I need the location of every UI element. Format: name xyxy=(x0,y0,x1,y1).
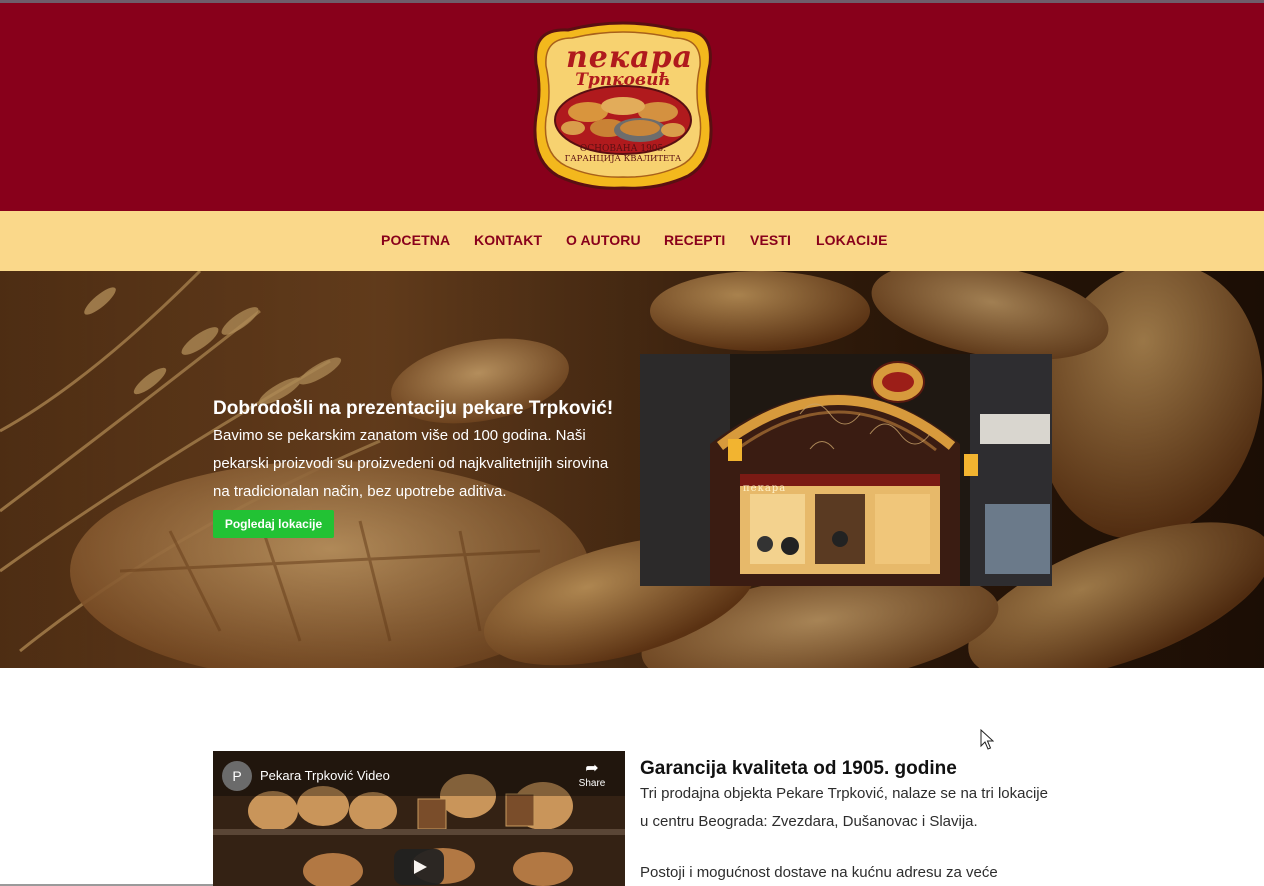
video-title[interactable]: Pekara Trpković Video xyxy=(260,768,390,783)
site-header: пекара Трпковић ОСНОВАНА 1905. ГАРАНЦИЈА… xyxy=(0,3,1264,211)
bakery-storefront-photo: пекара xyxy=(640,354,1052,586)
nav-item-kontakt[interactable]: KONTAKT xyxy=(474,232,542,248)
youtube-video-embed[interactable]: P Pekara Trpković Video ➦ Share xyxy=(213,751,625,886)
storefront-sign-text: пекара xyxy=(743,483,787,494)
share-button[interactable]: ➦ Share xyxy=(577,760,607,790)
mouse-cursor-icon xyxy=(980,729,994,750)
main-nav: POCETNA KONTAKT O AUTORU RECEPTI VESTI L… xyxy=(0,211,1264,271)
nav-item-recepti[interactable]: RECEPTI xyxy=(664,232,725,248)
quality-section-title: Garancija kvaliteta od 1905. godine xyxy=(640,758,957,779)
share-label: Share xyxy=(578,778,606,789)
play-icon[interactable] xyxy=(394,849,444,885)
hero-bread-background xyxy=(0,271,1264,668)
hero-title: Dobrodošli na prezentaciju pekare Trpkov… xyxy=(213,398,614,419)
logo-text-line4: ГАРАНЦИЈА КВАЛИТЕТА xyxy=(564,154,682,164)
channel-avatar[interactable]: P xyxy=(222,761,252,791)
quality-paragraph-2: Postoji i mogućnost dostave na kućnu adr… xyxy=(640,864,998,881)
hero-section: Dobrodošli na prezentaciju pekare Trpkov… xyxy=(0,271,1264,668)
view-locations-button[interactable]: Pogledaj lokacije xyxy=(213,510,334,538)
nav-item-vesti[interactable]: VESTI xyxy=(750,232,791,248)
share-icon: ➦ xyxy=(585,760,599,777)
nav-item-lokacije[interactable]: LOKACIJE xyxy=(816,232,888,248)
logo-text-line2: Трпковић xyxy=(575,70,671,90)
nav-item-pocetna[interactable]: POCETNA xyxy=(381,232,450,248)
quality-paragraph-1: Tri prodajna objekta Pekare Trpković, na… xyxy=(640,785,1048,830)
nav-item-o-autoru[interactable]: O AUTORU xyxy=(566,232,641,248)
hero-description: Bavimo se pekarskim zanatom više od 100 … xyxy=(213,427,609,500)
logo-text-line3: ОСНОВАНА 1905. xyxy=(579,144,667,154)
site-logo[interactable]: пекара Трпковић ОСНОВАНА 1905. ГАРАНЦИЈА… xyxy=(528,20,718,195)
